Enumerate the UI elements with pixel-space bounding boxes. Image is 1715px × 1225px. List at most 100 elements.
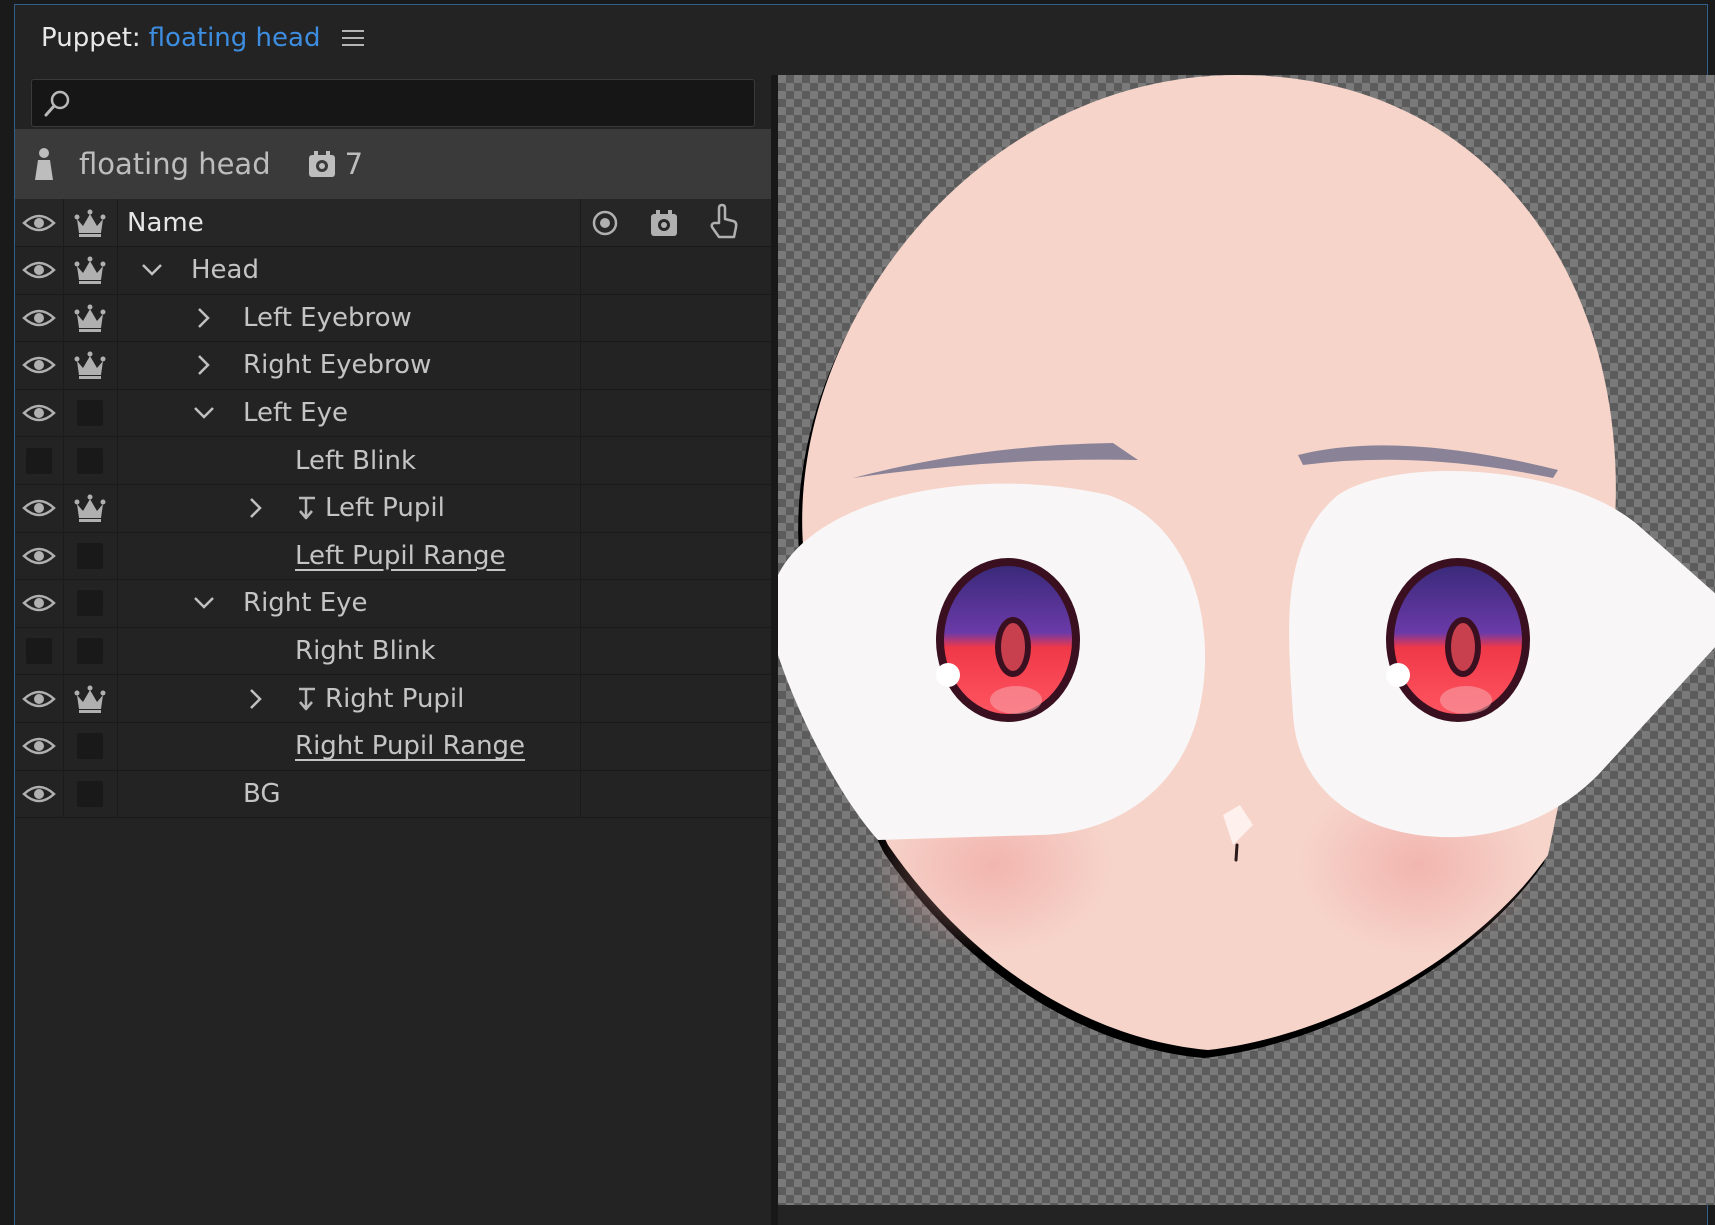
table-row[interactable]: Head — [15, 247, 771, 295]
layer-name-cell[interactable]: Right Eyebrow — [117, 342, 581, 389]
tool-column-headers — [581, 199, 771, 246]
independence-toggle[interactable] — [63, 675, 118, 722]
independence-toggle[interactable] — [63, 770, 118, 818]
independence-toggle[interactable] — [63, 627, 118, 675]
table-row[interactable]: Left Eye — [15, 389, 771, 438]
layer-name: BG — [243, 778, 281, 809]
visibility-toggle[interactable] — [15, 389, 64, 437]
expand-toggle[interactable] — [243, 688, 269, 710]
independence-toggle[interactable] — [63, 532, 118, 580]
chevron-right-icon[interactable] — [249, 688, 263, 710]
layer-name-cell[interactable]: BG — [117, 770, 581, 818]
independence-toggle[interactable] — [63, 722, 118, 770]
layer-name-cell[interactable]: Right Eye — [117, 580, 581, 627]
layer-name-cell[interactable]: Right Blink — [117, 627, 581, 675]
layer-name-cell[interactable]: Left Eyebrow — [117, 294, 581, 342]
layer-name-cell[interactable]: Left Pupil Range — [117, 532, 581, 580]
visibility-toggle[interactable] — [15, 722, 64, 770]
layer-name: Left Eye — [243, 398, 348, 429]
layer-name-cell[interactable]: Left Pupil — [117, 484, 581, 532]
visibility-toggle[interactable] — [15, 294, 64, 342]
chevron-down-icon[interactable] — [193, 406, 215, 420]
layer-name-cell[interactable]: Left Blink — [117, 437, 581, 484]
independence-empty-box[interactable] — [77, 400, 103, 427]
independence-toggle[interactable] — [63, 389, 118, 437]
layer-tools-cell — [581, 580, 771, 627]
visibility-toggle[interactable] — [15, 532, 64, 580]
independence-toggle[interactable] — [63, 484, 118, 532]
table-row[interactable]: Left Eyebrow — [15, 294, 771, 343]
independence-empty-box[interactable] — [77, 733, 103, 760]
table-row[interactable]: Right Blink — [15, 627, 771, 676]
independence-column-header[interactable] — [63, 199, 118, 246]
layer-name: Left Pupil Range — [295, 540, 506, 571]
chevron-right-icon[interactable] — [197, 354, 211, 376]
expand-toggle[interactable] — [191, 406, 217, 420]
table-row[interactable]: BG — [15, 770, 771, 819]
search-box[interactable] — [31, 79, 755, 127]
visibility-column-header[interactable] — [15, 199, 64, 246]
behavior-count-value: 7 — [344, 147, 364, 181]
visibility-empty-box[interactable] — [26, 447, 52, 474]
crown-icon — [74, 256, 106, 285]
layer-name-cell[interactable]: Right Pupil — [117, 675, 581, 722]
independence-toggle[interactable] — [63, 437, 118, 484]
name-column-header[interactable]: Name — [117, 199, 581, 246]
visibility-empty-box[interactable] — [26, 638, 52, 665]
visibility-toggle[interactable] — [15, 437, 64, 484]
expand-toggle[interactable] — [191, 307, 217, 329]
eye-icon — [22, 737, 56, 755]
handle-arrow-icon — [299, 497, 315, 520]
table-row[interactable]: Left Pupil Range — [15, 532, 771, 581]
visibility-toggle[interactable] — [15, 247, 64, 294]
crown-icon — [74, 209, 106, 237]
independence-empty-box[interactable] — [77, 780, 103, 807]
independence-toggle[interactable] — [63, 247, 118, 294]
visibility-toggle[interactable] — [15, 580, 64, 627]
panel-title-puppet-name[interactable]: floating head — [149, 23, 321, 53]
panel-divider[interactable] — [771, 75, 778, 1225]
visibility-toggle[interactable] — [15, 675, 64, 722]
visibility-toggle[interactable] — [15, 770, 64, 818]
target-circle-icon[interactable] — [591, 209, 619, 237]
expand-toggle[interactable] — [191, 596, 217, 610]
behavior-gear-icon[interactable] — [649, 208, 679, 238]
panel-title-prefix: Puppet: — [41, 23, 141, 53]
chevron-right-icon[interactable] — [197, 307, 211, 329]
chevron-down-icon[interactable] — [193, 596, 215, 610]
layer-tools-cell — [581, 485, 771, 532]
table-row[interactable]: Right Pupil Range — [15, 722, 771, 771]
layer-tools-cell — [581, 675, 771, 722]
hand-pointer-icon[interactable] — [707, 203, 741, 241]
expand-toggle[interactable] — [139, 263, 165, 277]
independence-empty-box[interactable] — [77, 638, 103, 665]
hamburger-menu-icon[interactable] — [342, 28, 368, 48]
layer-tools-cell — [581, 723, 771, 770]
visibility-toggle[interactable] — [15, 484, 64, 532]
table-row[interactable]: Right Eyebrow — [15, 342, 771, 390]
independence-empty-box[interactable] — [77, 590, 103, 617]
independence-empty-box[interactable] — [77, 447, 103, 474]
visibility-toggle[interactable] — [15, 342, 64, 389]
independence-toggle[interactable] — [63, 580, 118, 627]
layer-name-cell[interactable]: Head — [117, 247, 581, 294]
search-input[interactable] — [84, 84, 746, 124]
independence-toggle[interactable] — [63, 342, 118, 389]
layer-name-cell[interactable]: Right Pupil Range — [117, 722, 581, 770]
table-row[interactable]: Right Pupil — [15, 675, 771, 723]
table-row[interactable]: Left Blink — [15, 437, 771, 485]
eye-icon — [22, 690, 56, 707]
visibility-toggle[interactable] — [15, 627, 64, 675]
expand-toggle[interactable] — [191, 354, 217, 376]
table-row[interactable]: Left Pupil — [15, 484, 771, 533]
chevron-down-icon[interactable] — [141, 263, 163, 277]
expand-toggle[interactable] — [243, 497, 269, 519]
layer-name-cell[interactable]: Left Eye — [117, 389, 581, 437]
layer-tools-cell — [581, 342, 771, 389]
independence-toggle[interactable] — [63, 294, 118, 342]
scene-canvas[interactable] — [778, 75, 1715, 1205]
table-row[interactable]: Right Eye — [15, 580, 771, 628]
independence-empty-box[interactable] — [77, 542, 103, 569]
chevron-right-icon[interactable] — [249, 497, 263, 519]
puppet-bar[interactable]: floating head 7 — [15, 129, 771, 199]
